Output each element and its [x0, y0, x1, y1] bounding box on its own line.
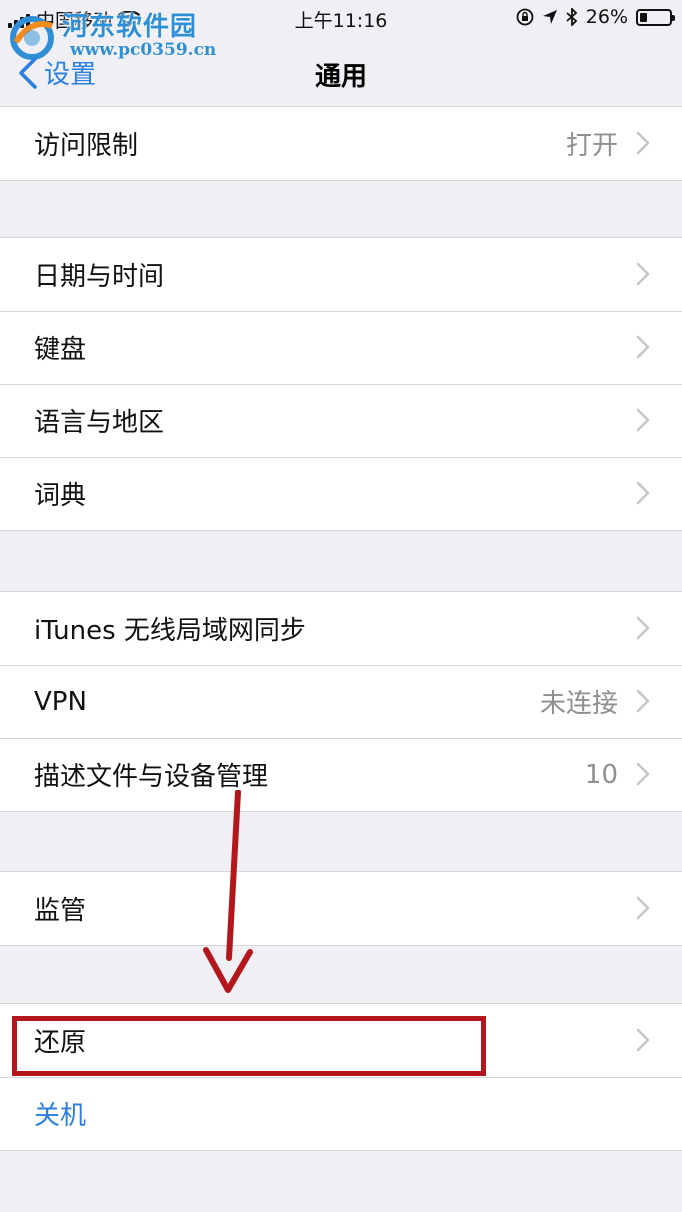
group-locale: 日期与时间 键盘 语言与地区 词典	[0, 237, 682, 531]
nav-bar: 设置 通用	[0, 36, 682, 104]
row-shutdown[interactable]: 关机	[0, 1077, 682, 1150]
row-label: iTunes 无线局域网同步	[34, 616, 306, 646]
battery-icon	[636, 8, 675, 26]
location-icon	[542, 10, 557, 24]
row-value: 10	[584, 759, 618, 790]
row-label: 关机	[34, 1101, 87, 1131]
row-vpn[interactable]: VPN 未连接	[0, 665, 682, 738]
row-keyboard[interactable]: 键盘	[0, 311, 682, 384]
row-value: 未连接	[539, 689, 618, 719]
row-label: 键盘	[34, 335, 87, 365]
group-restrictions: 访问限制 打开	[0, 106, 682, 181]
row-dictionary[interactable]: 词典	[0, 457, 682, 530]
chevron-right-icon	[636, 408, 650, 432]
chevron-right-icon	[636, 1028, 650, 1052]
chevron-right-icon	[636, 616, 650, 640]
row-date-time[interactable]: 日期与时间	[0, 238, 682, 311]
chevron-right-icon	[636, 689, 650, 713]
rotation-lock-icon	[516, 8, 534, 26]
chevron-right-icon	[636, 262, 650, 286]
battery-fill	[640, 12, 647, 22]
row-label: 语言与地区	[34, 408, 165, 438]
bluetooth-icon	[566, 8, 578, 26]
row-itunes-wifi-sync[interactable]: iTunes 无线局域网同步	[0, 592, 682, 665]
row-label: VPN	[34, 686, 87, 717]
row-label: 监管	[34, 896, 87, 926]
annotation-highlight-box	[12, 1016, 486, 1076]
chevron-right-icon	[636, 335, 650, 359]
page-title: 通用	[314, 62, 367, 92]
group-supervision: 监管	[0, 871, 682, 946]
row-value: 打开	[565, 131, 618, 161]
battery-percent: 26%	[585, 6, 628, 28]
group-network: iTunes 无线局域网同步 VPN 未连接 描述文件与设备管理 10	[0, 591, 682, 812]
chevron-right-icon	[636, 896, 650, 920]
row-label: 词典	[34, 481, 87, 511]
row-restrictions[interactable]: 访问限制 打开	[0, 107, 682, 180]
row-supervision[interactable]: 监管	[0, 872, 682, 945]
row-label: 访问限制	[34, 131, 139, 161]
chevron-right-icon	[636, 481, 650, 505]
row-label: 日期与时间	[34, 262, 165, 292]
row-profiles-device-management[interactable]: 描述文件与设备管理 10	[0, 738, 682, 811]
chevron-right-icon	[636, 131, 650, 155]
status-right: 26%	[516, 6, 675, 28]
annotation-arrow-icon	[203, 790, 253, 993]
row-label: 描述文件与设备管理	[34, 762, 269, 792]
row-language-region[interactable]: 语言与地区	[0, 384, 682, 457]
chevron-right-icon	[636, 762, 650, 786]
